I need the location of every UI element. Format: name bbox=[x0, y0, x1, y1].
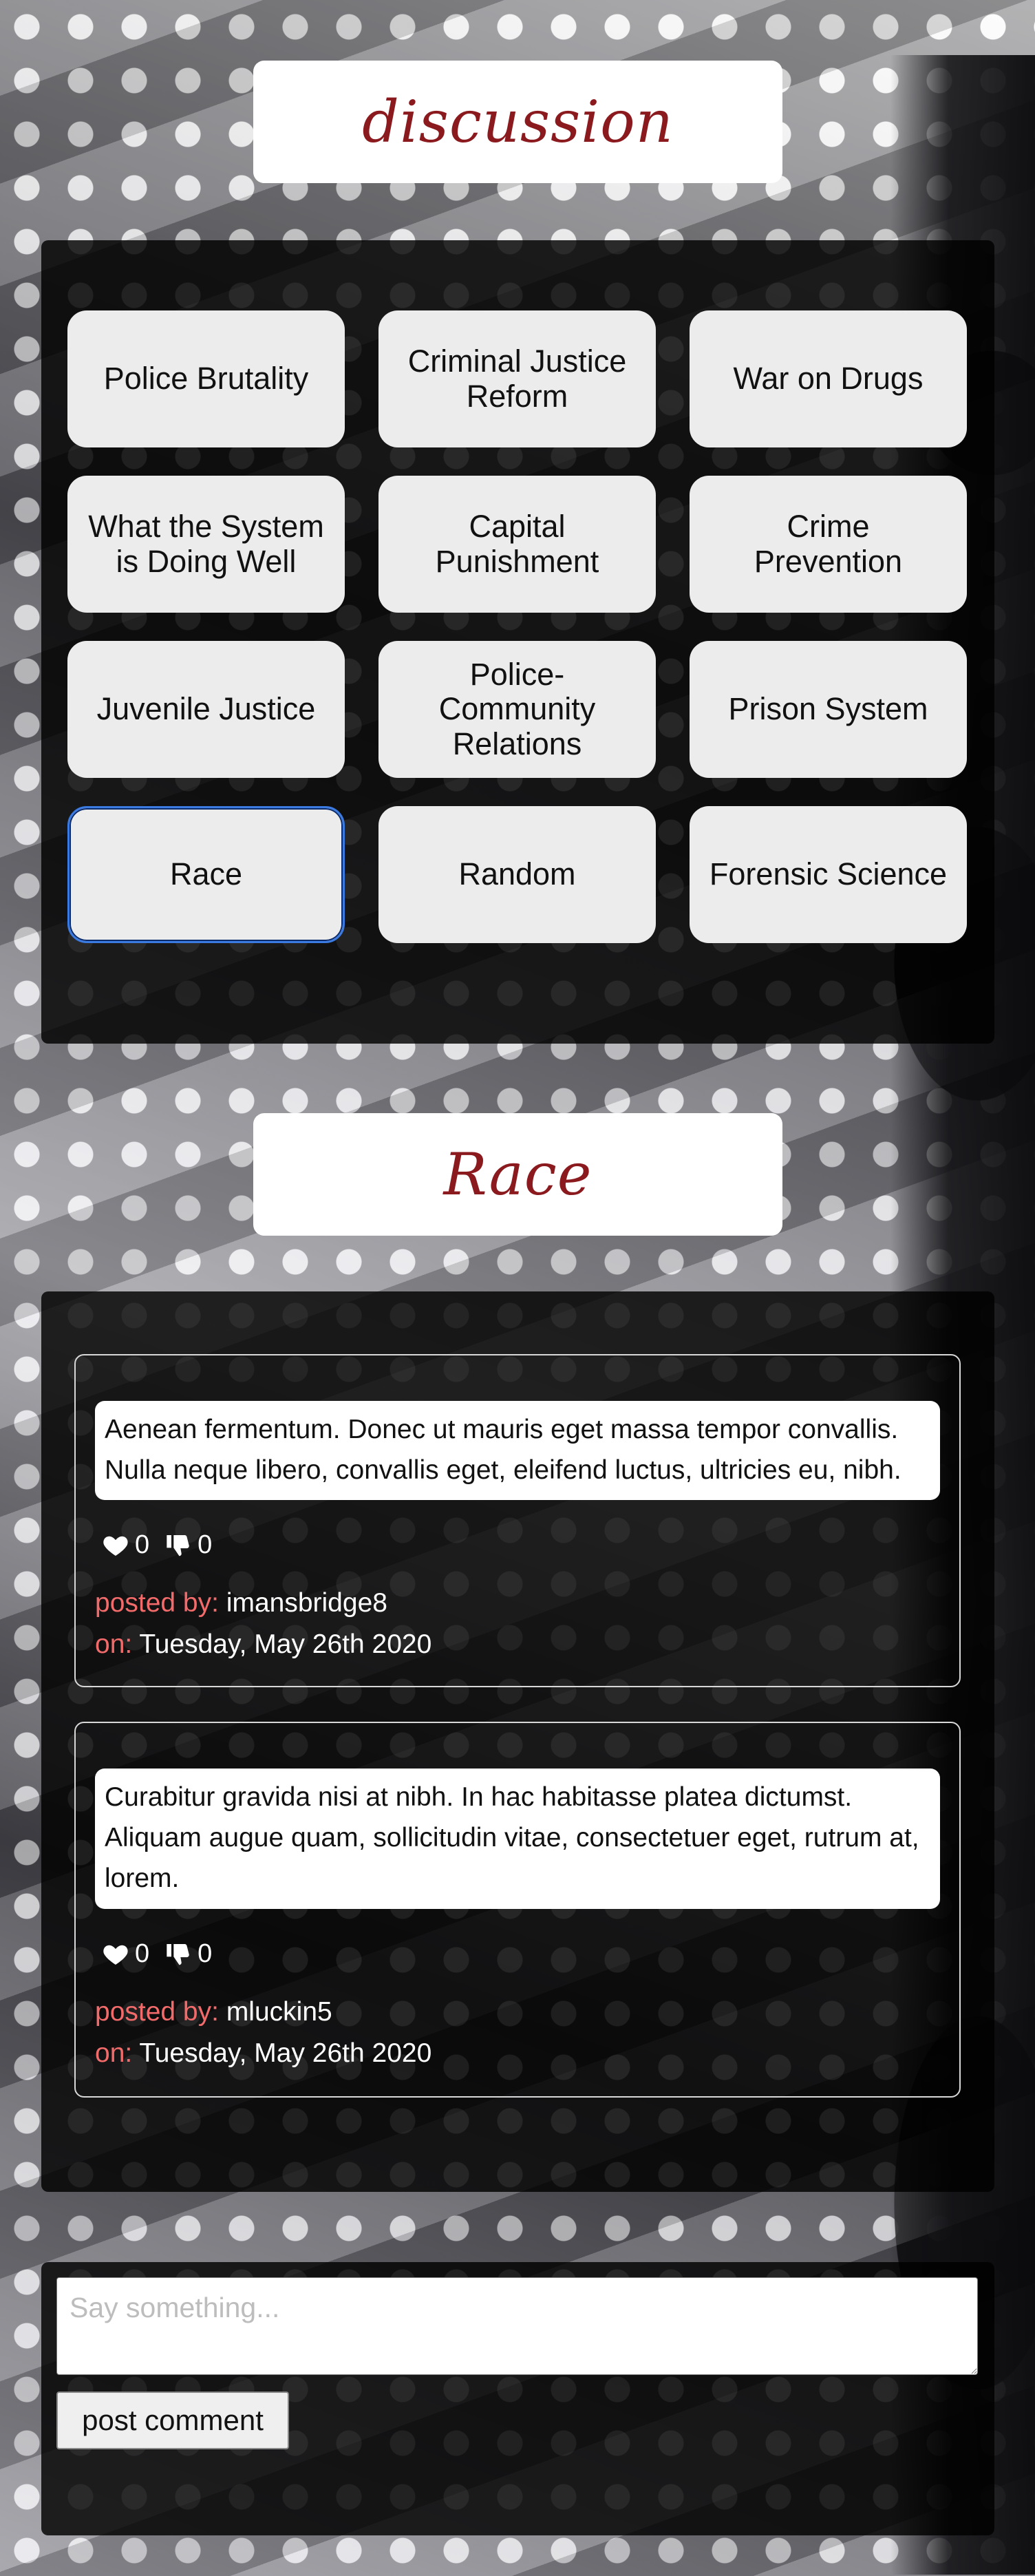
comments-panel: Aenean fermentum. Donec ut mauris eget m… bbox=[41, 1291, 994, 2192]
comment-author: imansbridge8 bbox=[226, 1588, 387, 1618]
comment-author: mluckin5 bbox=[226, 1997, 332, 2027]
posted-on-label: on: bbox=[95, 2038, 133, 2068]
comment-date: Tuesday, May 26th 2020 bbox=[139, 1629, 432, 1659]
comment-card: Aenean fermentum. Donec ut mauris eget m… bbox=[74, 1354, 961, 1687]
thumbs-down-icon bbox=[167, 1534, 189, 1556]
like-button[interactable]: 0 bbox=[102, 1530, 149, 1560]
comment-date: Tuesday, May 26th 2020 bbox=[139, 2038, 432, 2068]
topic-button-police-brutality[interactable]: Police Brutality bbox=[67, 310, 345, 447]
heart-icon bbox=[103, 1536, 128, 1556]
topic-title: Race bbox=[443, 1141, 593, 1208]
topic-button-race[interactable]: Race bbox=[67, 806, 345, 943]
topic-button-what-the-system-is-doing-well[interactable]: What the System is Doing Well bbox=[67, 476, 345, 613]
comment-meta: posted by: mluckin5 on: Tuesday, May 26t… bbox=[95, 1992, 431, 2074]
topic-button-juvenile-justice[interactable]: Juvenile Justice bbox=[67, 641, 345, 778]
dislike-button[interactable]: 0 bbox=[164, 1939, 212, 1969]
reactions: 0 0 bbox=[102, 1939, 227, 1969]
topic-button-forensic-science[interactable]: Forensic Science bbox=[690, 806, 967, 943]
posted-on-label: on: bbox=[95, 1629, 133, 1659]
comment-meta: posted by: imansbridge8 on: Tuesday, May… bbox=[95, 1583, 431, 1665]
thumbs-down-icon bbox=[167, 1943, 189, 1965]
dislike-button[interactable]: 0 bbox=[164, 1530, 212, 1560]
compose-panel: post comment bbox=[41, 2262, 994, 2535]
like-count: 0 bbox=[135, 1939, 150, 1968]
dislike-count: 0 bbox=[198, 1939, 213, 1968]
heart-icon bbox=[103, 1945, 128, 1965]
topic-button-war-on-drugs[interactable]: War on Drugs bbox=[690, 310, 967, 447]
topic-grid: Police Brutality Criminal Justice Reform… bbox=[67, 310, 967, 943]
topic-button-capital-punishment[interactable]: Capital Punishment bbox=[378, 476, 656, 613]
post-comment-button[interactable]: post comment bbox=[56, 2392, 289, 2449]
comment-card: Curabitur gravida nisi at nibh. In hac h… bbox=[74, 1722, 961, 2098]
comment-text: Aenean fermentum. Donec ut mauris eget m… bbox=[95, 1401, 940, 1500]
comment-input[interactable] bbox=[56, 2277, 978, 2375]
like-button[interactable]: 0 bbox=[102, 1939, 149, 1969]
discussion-title-card: discussion bbox=[253, 61, 782, 183]
topic-button-crime-prevention[interactable]: Crime Prevention bbox=[690, 476, 967, 613]
topic-button-criminal-justice-reform[interactable]: Criminal Justice Reform bbox=[378, 310, 656, 447]
posted-by-label: posted by: bbox=[95, 1997, 219, 2027]
topic-button-random[interactable]: Random bbox=[378, 806, 656, 943]
page-title: discussion bbox=[362, 88, 674, 156]
topic-button-prison-system[interactable]: Prison System bbox=[690, 641, 967, 778]
reactions: 0 0 bbox=[102, 1530, 227, 1560]
comment-text: Curabitur gravida nisi at nibh. In hac h… bbox=[95, 1769, 940, 1909]
topic-button-police-community-relations[interactable]: Police-Community Relations bbox=[378, 641, 656, 778]
topics-panel: Police Brutality Criminal Justice Reform… bbox=[41, 240, 994, 1044]
dislike-count: 0 bbox=[198, 1530, 213, 1559]
like-count: 0 bbox=[135, 1530, 150, 1559]
topic-title-card: Race bbox=[253, 1113, 782, 1236]
posted-by-label: posted by: bbox=[95, 1588, 219, 1618]
